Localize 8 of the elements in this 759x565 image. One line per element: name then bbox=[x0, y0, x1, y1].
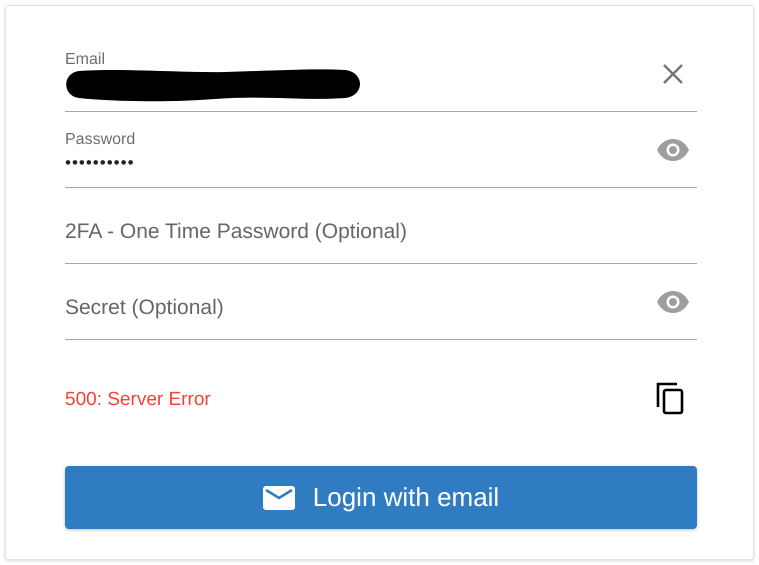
error-message: 500: Server Error bbox=[65, 389, 211, 411]
login-button[interactable]: Login with email bbox=[65, 466, 697, 529]
input-field[interactable]: Secret (Optional) bbox=[65, 294, 565, 322]
field-label: Email bbox=[65, 50, 106, 70]
password-field[interactable]: •••••••••• bbox=[65, 152, 365, 174]
field-label: Password bbox=[65, 130, 136, 150]
input-field[interactable]: 2FA - One Time Password (Optional) bbox=[65, 218, 565, 246]
envelope-icon bbox=[262, 486, 295, 510]
